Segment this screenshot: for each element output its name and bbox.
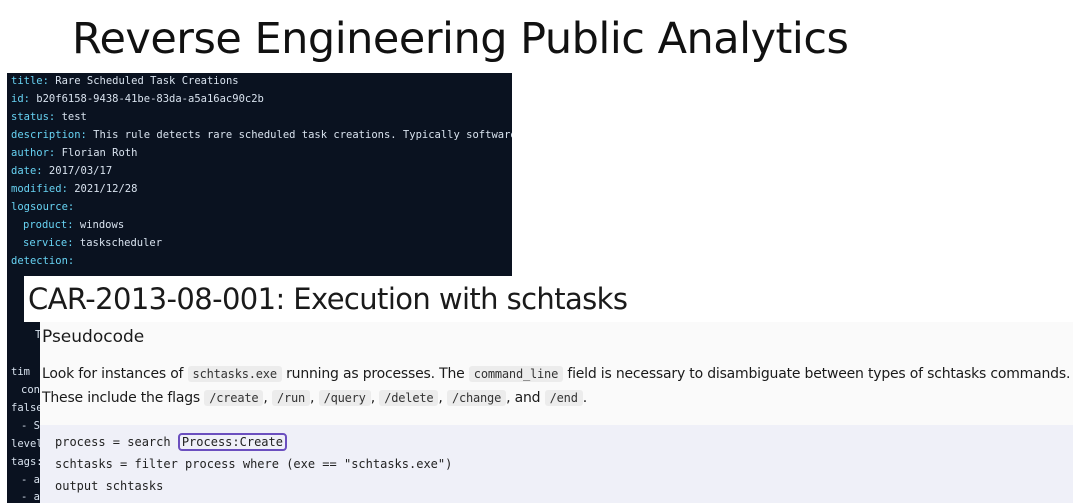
yaml-value: 2021/12/28 — [67, 183, 138, 195]
highlighted-code: Process:Create — [177, 433, 287, 451]
text: Look for instances of — [42, 366, 188, 382]
yaml-line-modified: modified: 2021/12/28 — [11, 183, 137, 195]
yaml-value: test — [55, 111, 87, 123]
slide-title: Reverse Engineering Public Analytics — [72, 14, 849, 64]
yaml-line-description: description: This rule detects rare sche… — [11, 129, 512, 141]
car-content: Pseudocode Look for instances of schtask… — [40, 322, 1073, 503]
yaml-line-title: title: Rare Scheduled Task Creations — [11, 75, 239, 87]
yaml-fragment: tags: — [11, 456, 43, 468]
inline-code-flag-query: /query — [318, 390, 371, 406]
yaml-line-author: author: Florian Roth — [11, 147, 137, 159]
yaml-key: modified: — [11, 183, 68, 195]
inline-code-schtasks-exe: schtasks.exe — [187, 366, 282, 382]
yaml-value: Rare Scheduled Task Creations — [48, 75, 239, 87]
inline-code-flag-create: /create — [204, 390, 264, 406]
inline-code-command-line: command_line — [468, 366, 564, 382]
yaml-fragment: - a — [21, 491, 40, 503]
yaml-key: id: — [11, 93, 30, 105]
inline-code-flag-end: /end — [544, 390, 583, 406]
code-line-2: schtasks = filter process where (exe == … — [55, 457, 453, 471]
yaml-key: author: — [11, 147, 56, 159]
yaml-key: date: — [11, 165, 43, 177]
yaml-value: windows — [73, 219, 125, 231]
text: , — [370, 390, 380, 406]
yaml-key: service: — [23, 237, 74, 249]
section-heading-pseudocode: Pseudocode — [42, 327, 145, 347]
code-line-1: process = search Process:Create — [55, 433, 287, 451]
yaml-key: title: — [11, 75, 49, 87]
text: field is necessary to disambiguate betwe… — [563, 366, 1071, 382]
yaml-line-service: service: taskscheduler — [23, 237, 162, 249]
yaml-key: status: — [11, 111, 56, 123]
yaml-fragment: level — [11, 438, 43, 450]
yaml-fragment: - S — [21, 420, 40, 432]
yaml-value: 2017/03/17 — [42, 165, 113, 177]
pseudocode-block: process = search Process:Create schtasks… — [40, 425, 1073, 503]
yaml-line-product: product: windows — [23, 219, 124, 231]
text: , — [263, 390, 272, 406]
yaml-key: logsource: — [11, 201, 75, 213]
car-title: CAR-2013-08-001: Execution with schtasks — [28, 282, 628, 316]
text: , — [438, 390, 447, 406]
text: , and — [506, 390, 545, 406]
code-line-3: output schtasks — [55, 479, 164, 493]
yaml-key: detection: — [11, 255, 75, 267]
car-title-bar: CAR-2013-08-001: Execution with schtasks — [24, 276, 636, 322]
yaml-value: Florian Roth — [55, 147, 138, 159]
yaml-value: b20f6158-9438-41be-83da-a5a16ac90c2b — [29, 93, 264, 105]
yaml-fragment: con — [21, 384, 40, 396]
inline-code-flag-change: /change — [446, 390, 507, 406]
yaml-key: product: — [23, 219, 74, 231]
yaml-value: This rule detects rare scheduled task cr… — [86, 129, 512, 141]
yaml-fragment: - a — [21, 474, 40, 486]
text: These include the flags — [42, 390, 205, 406]
yaml-line-detection: detection: — [11, 255, 74, 267]
inline-code-flag-run: /run — [271, 390, 311, 406]
yaml-line-status: status: test — [11, 111, 87, 123]
yaml-line-id: id: b20f6158-9438-41be-83da-a5a16ac90c2b — [11, 93, 264, 105]
yaml-line-logsource: logsource: — [11, 201, 74, 213]
description-paragraph-2: These include the flags /create, /run, /… — [42, 390, 587, 406]
text: . — [582, 390, 587, 406]
inline-code-flag-delete: /delete — [379, 390, 439, 406]
text: running as processes. The — [281, 366, 469, 382]
yaml-line-date: date: 2017/03/17 — [11, 165, 112, 177]
text: , — [310, 390, 319, 406]
code-text: process = search — [55, 435, 178, 449]
yaml-fragment: tim — [11, 366, 30, 378]
yaml-fragment: false — [11, 402, 43, 414]
description-paragraph-1: Look for instances of schtasks.exe runni… — [42, 366, 1070, 382]
yaml-key: description: — [11, 129, 87, 141]
yaml-value: taskscheduler — [73, 237, 163, 249]
